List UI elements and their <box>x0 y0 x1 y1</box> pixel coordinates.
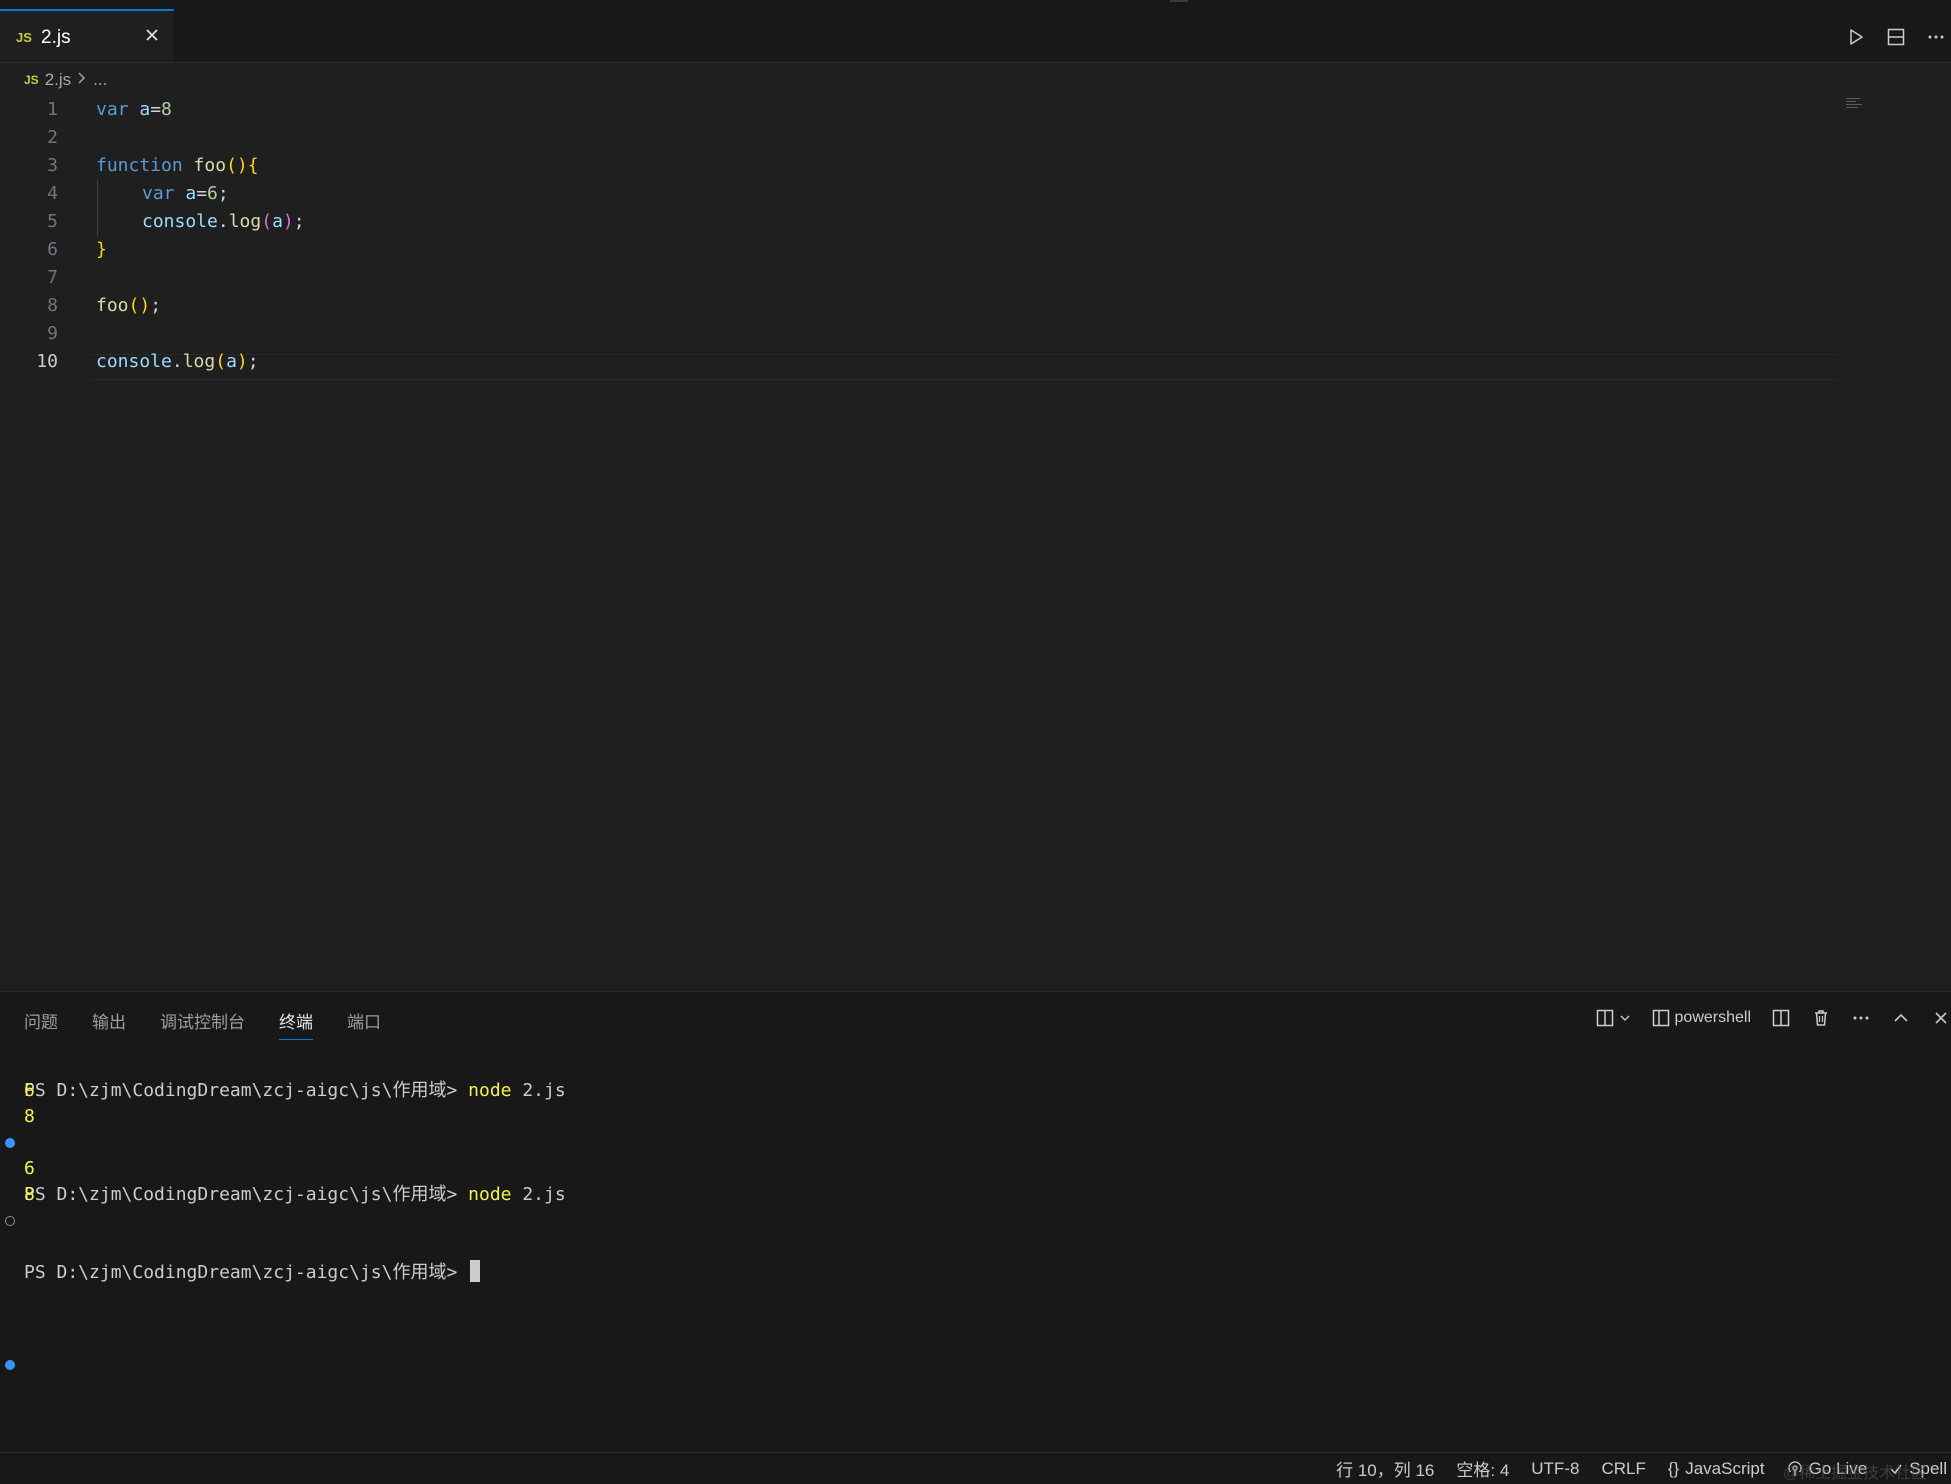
code-line: 3 function foo(){ <box>0 152 1840 180</box>
editor-actions <box>1845 22 1951 52</box>
chevron-up-icon[interactable] <box>1891 1008 1911 1028</box>
tab-problems[interactable]: 问题 <box>24 1008 58 1040</box>
code-line: 1 var a=8 <box>0 96 1840 124</box>
panel-tabs: 问题 输出 调试控制台 终端 端口 <box>24 1008 415 1040</box>
language-label: JavaScript <box>1685 1458 1765 1478</box>
breadcrumb: JS 2.js ... <box>24 68 107 92</box>
split-layout-icon <box>1596 1009 1613 1027</box>
new-terminal-dropdown[interactable] <box>1595 1008 1631 1028</box>
minimap[interactable] <box>1846 96 1864 114</box>
line-number: 4 <box>47 183 58 204</box>
terminal-line: PS D:\zjm\CodingDream\zcj-aigc\js\作用域> n… <box>0 1130 1951 1205</box>
split-editor-icon[interactable] <box>1885 26 1907 48</box>
line-number: 6 <box>47 239 58 260</box>
split-terminal-icon[interactable] <box>1771 1008 1791 1028</box>
close-icon[interactable] <box>1931 1008 1951 1028</box>
chevron-down-icon <box>1620 1015 1630 1021</box>
shell-label: powershell <box>1674 1009 1751 1026</box>
tab-scroll-indicator <box>1170 0 1188 2</box>
chevron-right-icon <box>77 70 87 90</box>
command-pending-decoration[interactable] <box>5 1216 15 1226</box>
command-success-decoration[interactable] <box>5 1138 15 1148</box>
terminal-line: PS D:\zjm\CodingDream\zcj-aigc\js\作用域> <box>0 1208 1951 1283</box>
code-line: 9 <box>0 320 1840 348</box>
terminal-cursor <box>470 1260 481 1282</box>
tab-filename: 2.js <box>41 27 71 48</box>
code-line: 2 <box>0 124 1840 152</box>
command-decoration[interactable] <box>5 1360 15 1370</box>
breadcrumb-symbols[interactable]: ... <box>93 70 107 90</box>
terminal-line: 6 <box>24 1080 35 1101</box>
terminal-output[interactable]: PS D:\zjm\CodingDream\zcj-aigc\js\作用域> n… <box>0 1052 1951 1370</box>
terminal-line: PS D:\zjm\CodingDream\zcj-aigc\js\作用域> n… <box>24 1080 566 1101</box>
terminal-icon <box>1652 1009 1669 1027</box>
editor-tab-bar: JS 2.js <box>0 0 1951 63</box>
code-editor[interactable]: 1 var a=8 2 3 function foo(){ 4 var a=6;… <box>0 96 1951 991</box>
editor-tab-2js[interactable]: JS 2.js <box>0 9 174 62</box>
code-line: 5 console.log(a); <box>0 208 1840 236</box>
line-number: 7 <box>47 267 58 288</box>
close-icon[interactable] <box>142 25 162 45</box>
breadcrumb-file[interactable]: 2.js <box>45 70 71 90</box>
terminal-instance[interactable]: powershell <box>1651 1008 1751 1028</box>
line-number: 2 <box>47 127 58 148</box>
end-of-line[interactable]: CRLF <box>1601 1459 1645 1479</box>
more-icon[interactable] <box>1925 26 1947 48</box>
braces-icon: {} <box>1667 1458 1680 1478</box>
code-line: 6 } <box>0 236 1840 264</box>
bottom-panel: 问题 输出 调试控制台 终端 端口 powershell PS D:\zjm\C… <box>0 991 1951 1453</box>
panel-actions: powershell <box>1595 1004 1951 1032</box>
cursor-position[interactable]: 行 10，列 16 <box>1336 1456 1434 1481</box>
line-number-active: 10 <box>36 351 58 372</box>
code-line: 8 foo(); <box>0 292 1840 320</box>
line-number: 3 <box>47 155 58 176</box>
javascript-file-icon: JS <box>24 73 39 87</box>
play-icon[interactable] <box>1845 26 1867 48</box>
tab-ports[interactable]: 端口 <box>347 1008 381 1040</box>
language-mode[interactable]: {} JavaScript <box>1668 1459 1765 1479</box>
javascript-file-icon: JS <box>16 30 32 45</box>
terminal-line: 8 <box>24 1184 35 1205</box>
tab-terminal[interactable]: 终端 <box>279 1008 313 1040</box>
line-number: 8 <box>47 295 58 316</box>
watermark: @稀土掘金技术社区 <box>1782 1465 1927 1482</box>
code-line: 7 <box>0 264 1840 292</box>
tab-output[interactable]: 输出 <box>92 1008 126 1040</box>
line-number: 5 <box>47 211 58 232</box>
tab-debug-console[interactable]: 调试控制台 <box>160 1008 245 1040</box>
code-line-active: 10 console.log(a); <box>0 348 1840 376</box>
encoding[interactable]: UTF-8 <box>1531 1459 1579 1479</box>
status-bar: 行 10，列 16 空格: 4 UTF-8 CRLF {} JavaScript… <box>0 1452 1951 1484</box>
more-icon[interactable] <box>1851 1008 1871 1028</box>
line-number: 9 <box>47 323 58 344</box>
terminal-line: 8 <box>24 1106 35 1127</box>
code-line: 4 var a=6; <box>0 180 1840 208</box>
trash-icon[interactable] <box>1811 1008 1831 1028</box>
terminal-line: 6 <box>24 1158 35 1179</box>
line-number: 1 <box>47 99 58 120</box>
indentation[interactable]: 空格: 4 <box>1456 1456 1509 1481</box>
